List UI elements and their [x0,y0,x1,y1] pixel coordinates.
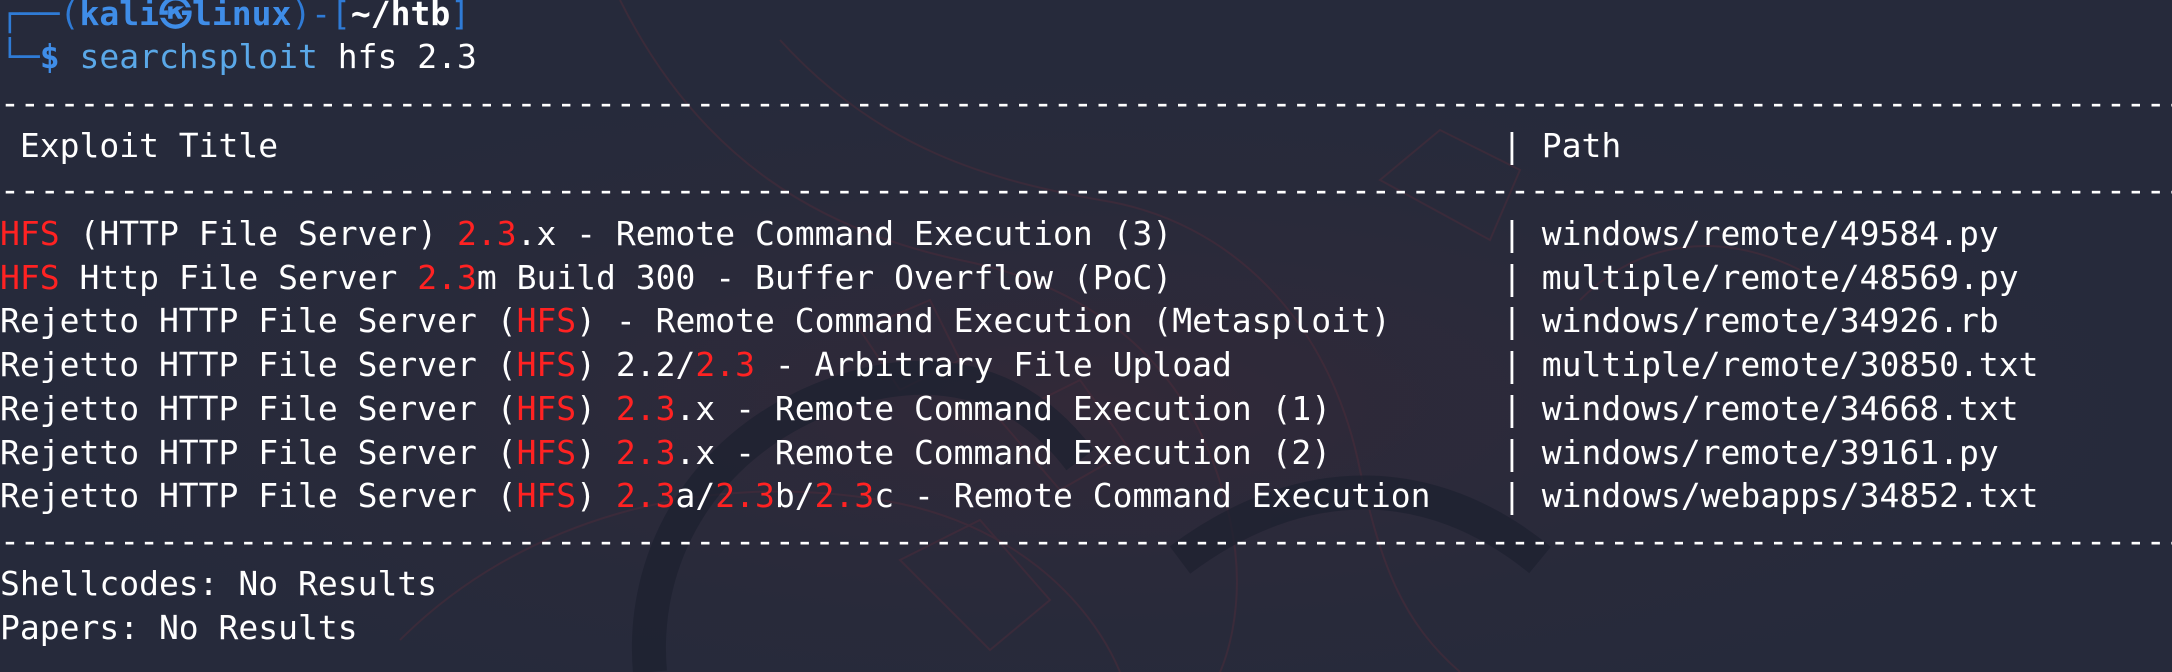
exploit-title-text: Http File Server [59,257,418,297]
exploit-path-cell[interactable]: | windows/remote/39161.py [1502,431,1999,475]
search-match-highlight: 2.3 [715,476,775,516]
exploit-title-text: .x - Remote Command Execution (2) [675,432,1332,472]
search-match-highlight: HFS [0,257,60,297]
shellcodes-result: Shellcodes: No Results [0,564,438,603]
table-header: Exploit Title [0,124,278,168]
prompt-user: kali [79,0,159,33]
exploit-title-row[interactable]: Rejetto HTTP File Server (HFS) 2.3.x - R… [0,387,1331,431]
header-path: Path [1521,126,1622,165]
exploit-title-text: .x - Remote Command Execution (1) [675,388,1332,428]
prompt-host: linux [191,0,292,33]
exploit-title-text: ) [576,476,616,516]
command-prefix: └─ [0,37,40,76]
exploit-path: windows/remote/39161.py [1541,432,1999,472]
search-match-highlight: HFS [516,388,577,428]
exploit-path: multiple/remote/48569.py [1541,257,2019,297]
exploit-title-row[interactable]: HFS (HTTP File Server) 2.3.x - Remote Co… [0,212,1172,256]
search-match-highlight: HFS [0,214,60,253]
search-match-highlight: HFS [516,432,577,472]
search-match-highlight: HFS [516,345,577,385]
separator-line: ----------------------------------------… [0,83,2172,122]
column-pipe: | [1502,345,1522,385]
search-match-highlight: 2.3 [615,476,676,516]
exploit-path-cell[interactable]: | windows/webapps/34852.txt [1502,474,2038,518]
prompt-header-line: ┌──(kali㉿linux)-[~/htb] [0,0,470,36]
column-pipe: | [1502,388,1522,428]
exploit-title-text: ) 2.2/ [576,345,696,385]
search-match-highlight: 2.3 [456,214,517,253]
exploit-title-text: c - Remote Command Execution [874,476,1431,516]
exploit-path-cell[interactable]: | windows/remote/34668.txt [1502,387,2019,431]
search-match-highlight: 2.3 [615,388,676,428]
kali-at-icon: ㉿ [158,0,192,33]
exploit-title-text: (HTTP File Server) [59,214,457,253]
exploit-title-text: - Arbitrary File Upload [755,345,1232,385]
exploit-title-row[interactable]: Rejetto HTTP File Server (HFS) 2.3a/2.3b… [0,474,1431,518]
separator-line: ----------------------------------------… [0,521,2172,560]
header-pipe: | [1502,126,1522,165]
command-args: hfs 2.3 [337,37,477,76]
papers-result: Papers: No Results [0,608,358,647]
column-pipe: | [1502,476,1522,516]
command-line[interactable]: └─$ searchsploit hfs 2.3 [0,35,477,79]
search-match-highlight: HFS [516,476,577,516]
exploit-path-cell[interactable]: | multiple/remote/48569.py [1502,256,2019,300]
column-pipe: | [1502,301,1522,341]
exploit-title-text: b/ [774,476,815,516]
exploit-title-text: ) - Remote Command Execution (Metasploit… [576,301,1391,341]
exploit-title-row[interactable]: HFS Http File Server 2.3m Build 300 - Bu… [0,256,1172,300]
exploit-title-text: ) [576,388,616,428]
exploit-path-cell[interactable]: | multiple/remote/30850.txt [1502,343,2038,387]
exploit-title-text: m Build 300 - Buffer Overflow (PoC) [476,257,1173,297]
search-match-highlight: 2.3 [695,345,755,385]
prompt-frame-mid: )-[ [291,0,351,33]
header-path-column: | Path [1502,124,1621,168]
search-match-highlight: 2.3 [417,257,477,297]
column-pipe: | [1502,214,1522,253]
exploit-path-cell[interactable]: | windows/remote/34926.rb [1502,299,1999,343]
terminal-output[interactable]: ┌──(kali㉿linux)-[~/htb] └─$ searchsploit… [0,0,2172,672]
prompt-frame-end: ] [450,0,471,33]
exploit-path: windows/webapps/34852.txt [1541,476,2039,516]
search-match-highlight: 2.3 [615,432,676,472]
exploit-path: windows/remote/34668.txt [1541,388,2019,428]
command-name: searchsploit [79,37,318,76]
exploit-title-text: Rejetto HTTP File Server ( [0,388,517,428]
column-pipe: | [1502,432,1522,472]
exploit-title-text: .x - Remote Command Execution (3) [516,214,1173,253]
exploit-path: windows/remote/49584.py [1541,214,1999,253]
dollar-prompt: $ [39,37,60,76]
exploit-title-text: ) [576,432,616,472]
prompt-directory: ~/htb [350,0,451,33]
exploit-title-row[interactable]: Rejetto HTTP File Server (HFS) - Remote … [0,299,1391,343]
header-exploit-title: Exploit Title [0,126,279,165]
separator-line: ----------------------------------------… [0,170,2172,209]
exploit-title-text: a/ [675,476,716,516]
exploit-title-text: Rejetto HTTP File Server ( [0,432,517,472]
exploit-path: multiple/remote/30850.txt [1541,345,2039,385]
prompt-frame: ┌──( [0,0,80,33]
exploit-title-row[interactable]: Rejetto HTTP File Server (HFS) 2.2/2.3 -… [0,343,1232,387]
exploit-path: windows/remote/34926.rb [1541,301,1999,341]
search-match-highlight: 2.3 [814,476,875,516]
column-pipe: | [1502,257,1522,297]
search-match-highlight: HFS [516,301,577,341]
exploit-title-row[interactable]: Rejetto HTTP File Server (HFS) 2.3.x - R… [0,431,1331,475]
exploit-title-text: Rejetto HTTP File Server ( [0,476,517,516]
exploit-title-text: Rejetto HTTP File Server ( [0,301,517,341]
exploit-path-cell[interactable]: | windows/remote/49584.py [1502,212,1999,256]
exploit-title-text: Rejetto HTTP File Server ( [0,345,517,385]
